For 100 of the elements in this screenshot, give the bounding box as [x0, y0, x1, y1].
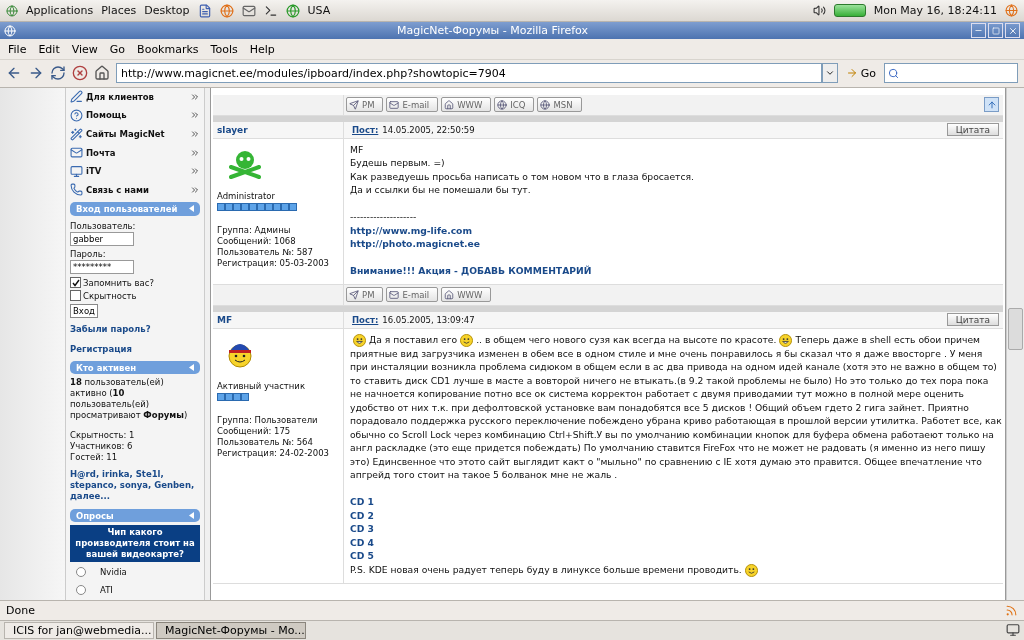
menu-item[interactable]: Bookmarks [133, 41, 203, 57]
scrollbar[interactable] [1006, 87, 1024, 600]
author-name[interactable]: slayer [213, 124, 343, 135]
button-icon [389, 99, 400, 110]
sidebar-link[interactable]: Сайты MagicNet [70, 124, 200, 144]
profile-button[interactable]: WWW [441, 287, 492, 303]
search-field[interactable] [884, 63, 1018, 84]
sidebar-link[interactable]: Помощь [70, 106, 200, 125]
sidebar-link[interactable]: iTV [70, 162, 200, 181]
taskbar-button[interactable]: ICIS for jan@webmedia... [4, 621, 154, 639]
quote-button[interactable]: Цитата [946, 123, 999, 137]
button-icon [540, 99, 551, 110]
profile-button[interactable]: PM [346, 97, 384, 113]
clock[interactable]: Mon May 16, 18:24:11 [873, 4, 997, 18]
quote-button[interactable]: Цитата [946, 313, 999, 327]
post-text: Будешь первым. =) [350, 156, 446, 170]
minimize-button[interactable] [971, 23, 986, 39]
network-icon[interactable] [285, 3, 300, 18]
login-button[interactable]: Вход [70, 304, 98, 318]
double-chevron-icon [190, 166, 200, 177]
maximize-button[interactable] [988, 23, 1003, 39]
post-text: Как разведуешь просьба написать о том новом что в глаза бросается. [350, 169, 695, 184]
register-link[interactable]: Регистрация [70, 343, 200, 354]
pen-icon [70, 90, 83, 104]
radio-button[interactable] [76, 566, 86, 577]
maximize-icon [991, 26, 1000, 35]
reload-icon[interactable] [50, 65, 66, 82]
checkbox[interactable] [70, 290, 81, 302]
user-info: Регистрация: 05-03-2003 [217, 257, 330, 269]
panel-menu[interactable]: Desktop [144, 4, 190, 18]
post-link[interactable]: CD 5 [350, 549, 374, 563]
button-icon [444, 99, 455, 110]
taskbar-button[interactable]: MagicNet-Форумы - Mo... [156, 621, 306, 639]
keyboard-layout[interactable]: USA [307, 4, 331, 18]
sidebar-link[interactable]: Почта [70, 143, 200, 162]
field-label: Пользователь: [70, 220, 137, 231]
post-link[interactable]: CD 3 [350, 522, 374, 536]
post-link[interactable]: http://www.mg-life.com [350, 223, 472, 238]
smiley-icon [460, 333, 474, 347]
profile-button[interactable]: E-mail [386, 287, 439, 303]
post-link[interactable]: CD 4 [350, 535, 374, 550]
menu-item[interactable]: View [67, 41, 102, 57]
profile-button[interactable]: WWW [441, 97, 492, 113]
rss-icon[interactable] [1005, 603, 1018, 617]
home-icon[interactable] [94, 65, 110, 82]
volume-icon[interactable] [812, 4, 826, 18]
password-field[interactable]: ********* [70, 259, 134, 275]
radio-button[interactable] [76, 585, 86, 596]
panel-menu[interactable]: Places [101, 4, 137, 18]
browser-icon[interactable] [1005, 4, 1018, 18]
close-button[interactable] [1005, 23, 1020, 39]
menu-item[interactable]: Edit [34, 41, 64, 57]
menu-item[interactable]: Go [105, 41, 130, 57]
collapse-icon[interactable] [189, 512, 194, 520]
post-link[interactable]: Пост: [352, 314, 379, 325]
sidebar-link[interactable]: Для клиентов [70, 87, 200, 107]
menu-item[interactable]: Tools [206, 41, 242, 57]
editor-icon[interactable] [197, 3, 212, 18]
browser-icon[interactable] [219, 3, 234, 18]
go-button[interactable]: Go [843, 66, 878, 80]
mail-icon [70, 146, 83, 160]
post-link[interactable]: http://photo.magicnet.ee [350, 237, 480, 251]
forgot-password-link[interactable]: Забыли пароль? [70, 323, 200, 334]
poll-option: Nvidia [100, 566, 127, 577]
profile-button[interactable]: PM [346, 287, 384, 303]
workspace-icon[interactable] [1006, 623, 1020, 638]
terminal-icon[interactable] [263, 3, 278, 18]
profile-button[interactable]: E-mail [386, 97, 439, 113]
active-stat: Участников: 6 [70, 440, 134, 452]
field-label: Пароль: [70, 248, 107, 259]
checkbox-label: Запомнить вас? [83, 277, 154, 288]
back-to-top-button[interactable] [984, 97, 999, 113]
post-link[interactable]: Пост: [352, 124, 379, 135]
wand-icon [70, 127, 83, 141]
stop-icon[interactable] [72, 65, 88, 82]
post-link[interactable]: CD 2 [350, 508, 374, 523]
author-name[interactable]: MF [213, 314, 343, 325]
panel-menu[interactable]: Applications [26, 4, 94, 18]
post-link[interactable]: CD 1 [350, 495, 374, 509]
double-chevron-icon [190, 129, 200, 140]
help-icon [70, 108, 83, 122]
collapse-icon[interactable] [189, 364, 194, 372]
active-summary: 18 пользователь(ей) активно (10 пользователь(ей) просматривают Форумы) [70, 377, 189, 422]
address-field[interactable]: http://www.magicnet.ee/modules/ipboard/index.php?showtopic=7904 [116, 63, 822, 84]
collapse-icon[interactable] [189, 205, 194, 213]
active-users-link[interactable]: H@rd, irinka, Ste1l, stepanco, sonya, Genben, далее... [70, 468, 200, 502]
profile-button[interactable]: ICQ [494, 97, 535, 113]
username-field[interactable]: gabber [70, 231, 134, 246]
skull-icon [227, 148, 263, 179]
sidebar-link[interactable]: Связь с нами [70, 180, 200, 200]
monitor-icon [70, 164, 83, 178]
menu-item[interactable]: Help [245, 41, 279, 57]
post-link[interactable]: Внимание!!! Акция - ДОБАВЬ КОММЕНТАРИЙ [350, 264, 592, 278]
menu-item[interactable]: File [4, 41, 31, 57]
mail-icon[interactable] [241, 3, 256, 18]
post-text: -------------------- [350, 210, 418, 224]
checkbox[interactable] [70, 277, 81, 289]
profile-button[interactable]: MSN [537, 97, 582, 113]
poll-option: ATI [100, 585, 113, 596]
arrow-icon [845, 67, 858, 80]
